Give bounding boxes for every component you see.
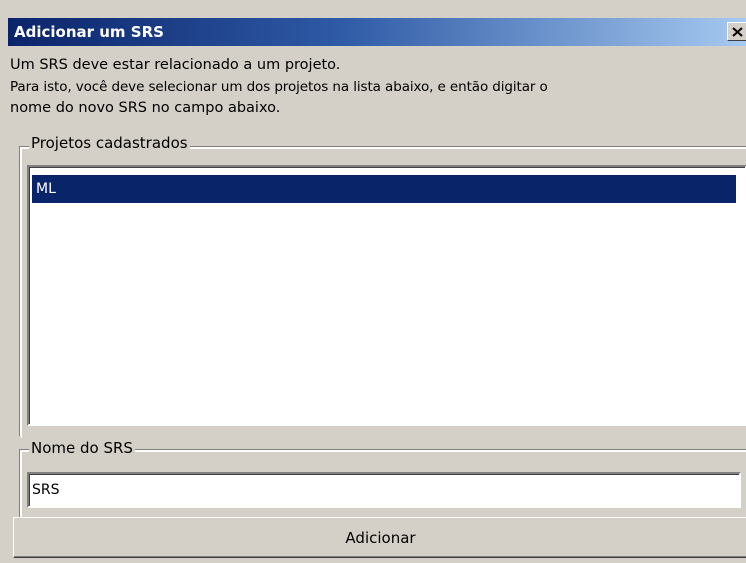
window-title: Adicionar um SRS <box>14 23 164 41</box>
add-button[interactable]: Adicionar <box>13 517 746 558</box>
title-bar[interactable]: Adicionar um SRS <box>8 18 746 46</box>
dialog-window: Adicionar um SRS Um SRS deve estar relac… <box>0 0 746 563</box>
close-icon <box>732 26 743 37</box>
intro-line-3: nome do novo SRS no campo abaixo. <box>10 100 281 116</box>
intro-line-2: Para isto, você deve selecionar um dos p… <box>10 79 548 95</box>
list-item-ml[interactable]: ML <box>32 175 736 203</box>
projects-group-legend: Projetos cadastrados <box>29 134 190 152</box>
projects-listbox[interactable]: ML <box>27 165 746 426</box>
listbox-frame <box>29 167 745 424</box>
close-button[interactable] <box>727 22 746 41</box>
srs-name-group-legend: Nome do SRS <box>29 439 135 457</box>
srs-name-input[interactable] <box>27 472 741 508</box>
intro-line-1: Um SRS deve estar relacionado a um proje… <box>10 57 341 73</box>
